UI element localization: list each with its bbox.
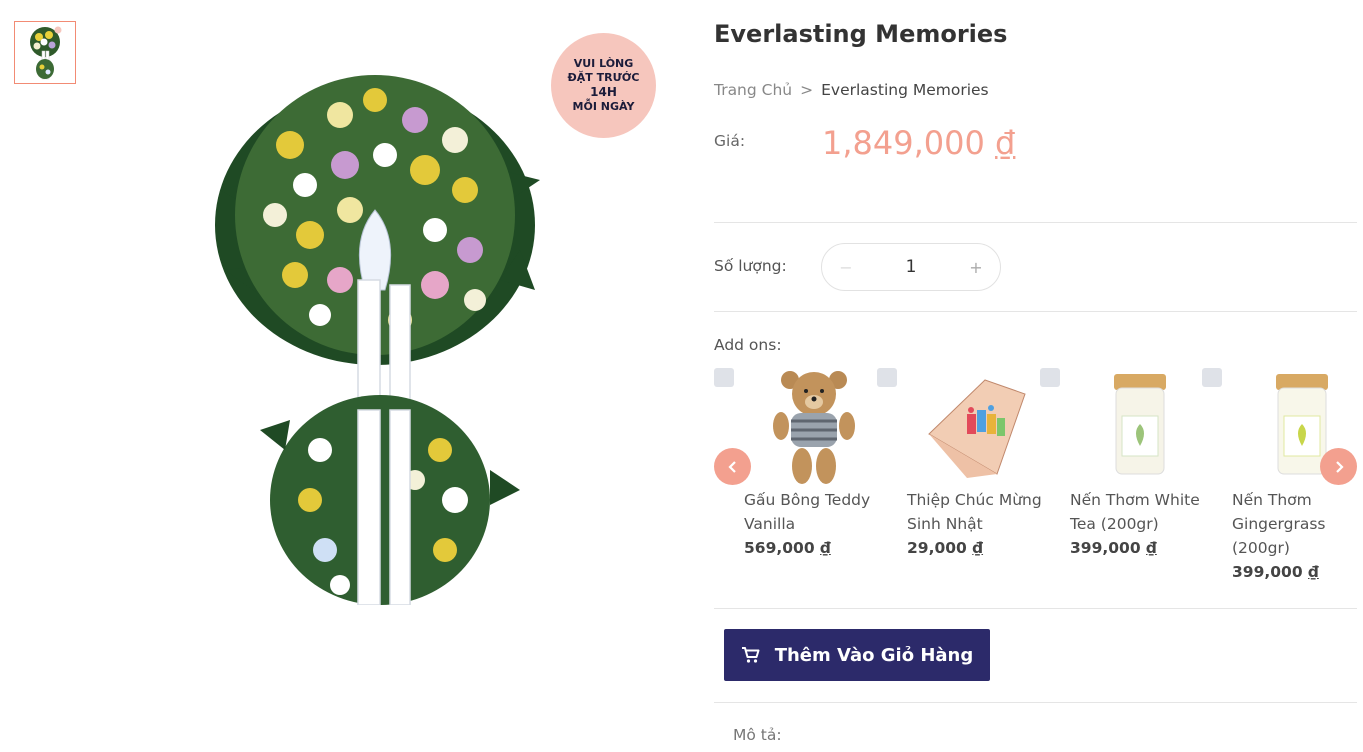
breadcrumb-current: Everlasting Memories xyxy=(821,81,989,99)
addon-checkbox[interactable] xyxy=(877,368,897,387)
addon-checkbox[interactable] xyxy=(714,368,734,387)
addon-price: 399,000 ₫ xyxy=(1232,560,1363,584)
addon-price: 29,000 ₫ xyxy=(907,536,1047,560)
addon-price: 399,000 ₫ xyxy=(1070,536,1210,560)
addon-price-currency: ₫ xyxy=(820,539,831,557)
addon-name: Nến Thơm White Tea (200gr) xyxy=(1070,491,1200,533)
quantity-label: Số lượng: xyxy=(714,257,787,275)
quantity-decrease-button[interactable]: − xyxy=(838,258,854,277)
quantity-increase-button[interactable]: + xyxy=(968,258,984,277)
price-label: Giá: xyxy=(714,132,746,150)
addon-info: Nến Thơm White Tea (200gr) 399,000 ₫ xyxy=(1070,488,1210,560)
addon-price-amount: 569,000 xyxy=(744,539,815,557)
product-price: 1,849,000 ₫ xyxy=(822,124,1015,162)
addon-name: Nến Thơm Gingergrass (200gr) xyxy=(1232,491,1326,557)
quantity-input[interactable] xyxy=(881,257,941,277)
thumbnail-image[interactable] xyxy=(14,21,76,84)
addon-name: Thiệp Chúc Mừng Sinh Nhật xyxy=(907,491,1042,533)
add-to-cart-button[interactable]: Thêm Vào Giỏ Hàng xyxy=(724,629,990,681)
addon-price-amount: 399,000 xyxy=(1070,539,1141,557)
divider xyxy=(714,222,1357,223)
addon-price-currency: ₫ xyxy=(1308,563,1319,581)
addon-info: Nến Thơm Gingergrass (200gr) 399,000 ₫ xyxy=(1232,488,1363,584)
badge-line-1: VUI LÒNG xyxy=(573,57,634,70)
breadcrumb-separator: > xyxy=(800,81,814,99)
addon-checkbox[interactable] xyxy=(1202,368,1222,387)
divider xyxy=(714,702,1357,703)
divider xyxy=(714,311,1357,312)
chevron-left-icon xyxy=(727,460,736,473)
addon-price-amount: 399,000 xyxy=(1232,563,1303,581)
description-label: Mô tả: xyxy=(733,726,782,744)
addon-checkbox[interactable] xyxy=(1040,368,1060,387)
addon-price-currency: ₫ xyxy=(972,539,984,557)
quantity-stepper: − + xyxy=(821,243,1001,291)
badge-line-4: MỖI NGÀY xyxy=(572,100,635,113)
badge-line-2: ĐẶT TRƯỚC xyxy=(567,71,640,84)
price-currency: ₫ xyxy=(995,124,1016,162)
addon-price-currency: ₫ xyxy=(1146,539,1157,557)
wreath-thumbnail-icon xyxy=(30,26,62,79)
preorder-badge: VUI LÒNG ĐẶT TRƯỚC 14H MỖI NGÀY xyxy=(551,33,656,138)
cart-icon xyxy=(741,647,760,663)
breadcrumb-home-link[interactable]: Trang Chủ xyxy=(714,81,792,99)
addon-price: 569,000 ₫ xyxy=(744,536,884,560)
addon-name: Gấu Bông Teddy Vanilla xyxy=(744,491,871,533)
addon-info: Gấu Bông Teddy Vanilla 569,000 ₫ xyxy=(744,488,884,560)
addon-image-teddy-bear xyxy=(773,371,855,484)
price-amount: 1,849,000 xyxy=(822,124,985,162)
addons-label: Add ons: xyxy=(714,336,782,354)
divider xyxy=(714,608,1357,609)
product-title: Everlasting Memories xyxy=(714,20,1008,48)
add-to-cart-label: Thêm Vào Giỏ Hàng xyxy=(774,644,974,666)
chevron-right-icon xyxy=(1335,460,1344,473)
addon-image-candle-white-tea xyxy=(1114,374,1166,475)
addon-image-greeting-card xyxy=(928,379,1026,478)
carousel-prev-button[interactable] xyxy=(714,448,751,485)
addon-info: Thiệp Chúc Mừng Sinh Nhật 29,000 ₫ xyxy=(907,488,1047,560)
carousel-next-button[interactable] xyxy=(1320,448,1357,485)
badge-line-3: 14H xyxy=(590,85,617,99)
breadcrumb: Trang Chủ > Everlasting Memories xyxy=(714,81,989,99)
addon-price-amount: 29,000 xyxy=(907,539,967,557)
